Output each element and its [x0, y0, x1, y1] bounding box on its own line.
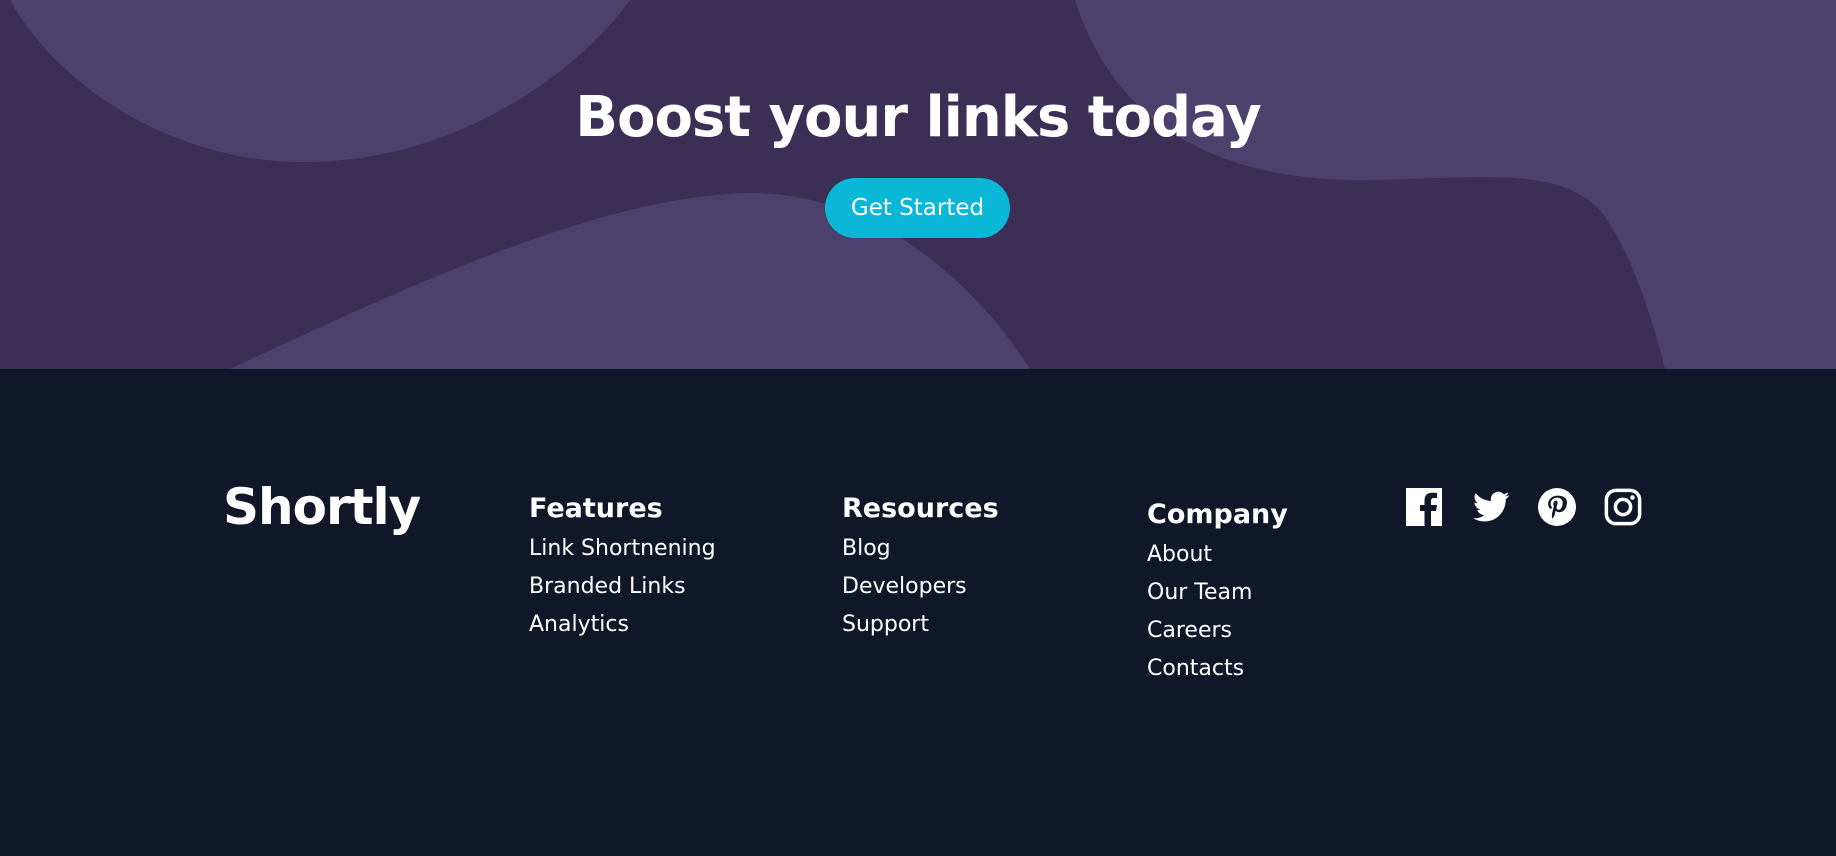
footer-column-features: Features Link Shortnening Branded Links …: [529, 490, 716, 644]
column-title-resources: Resources: [842, 493, 999, 524]
column-title-features: Features: [529, 493, 663, 524]
footer-link-support[interactable]: Support: [842, 606, 999, 644]
footer-link-developers[interactable]: Developers: [842, 568, 999, 606]
pinterest-icon[interactable]: [1538, 488, 1576, 526]
footer-column-company: Company About Our Team Careers Contacts: [1147, 496, 1288, 688]
footer-link-link-shortnening[interactable]: Link Shortnening: [529, 530, 716, 568]
footer-link-blog[interactable]: Blog: [842, 530, 999, 568]
boost-title: Boost your links today: [575, 85, 1261, 150]
boost-section: Boost your links today Get Started: [0, 0, 1836, 369]
footer-link-analytics[interactable]: Analytics: [529, 606, 716, 644]
footer: Shortly Features Link Shortnening Brande…: [0, 369, 1836, 856]
footer-logo[interactable]: Shortly: [223, 477, 421, 537]
footer-link-branded-links[interactable]: Branded Links: [529, 568, 716, 606]
facebook-icon[interactable]: [1406, 488, 1444, 526]
footer-link-careers[interactable]: Careers: [1147, 612, 1288, 650]
footer-link-about[interactable]: About: [1147, 536, 1288, 574]
footer-column-resources: Resources Blog Developers Support: [842, 490, 999, 644]
column-title-company: Company: [1147, 499, 1288, 530]
footer-link-our-team[interactable]: Our Team: [1147, 574, 1288, 612]
footer-link-contacts[interactable]: Contacts: [1147, 650, 1288, 688]
get-started-button[interactable]: Get Started: [825, 178, 1010, 238]
social-links: [1406, 488, 1670, 526]
instagram-icon[interactable]: [1604, 488, 1642, 526]
twitter-icon[interactable]: [1472, 488, 1510, 526]
